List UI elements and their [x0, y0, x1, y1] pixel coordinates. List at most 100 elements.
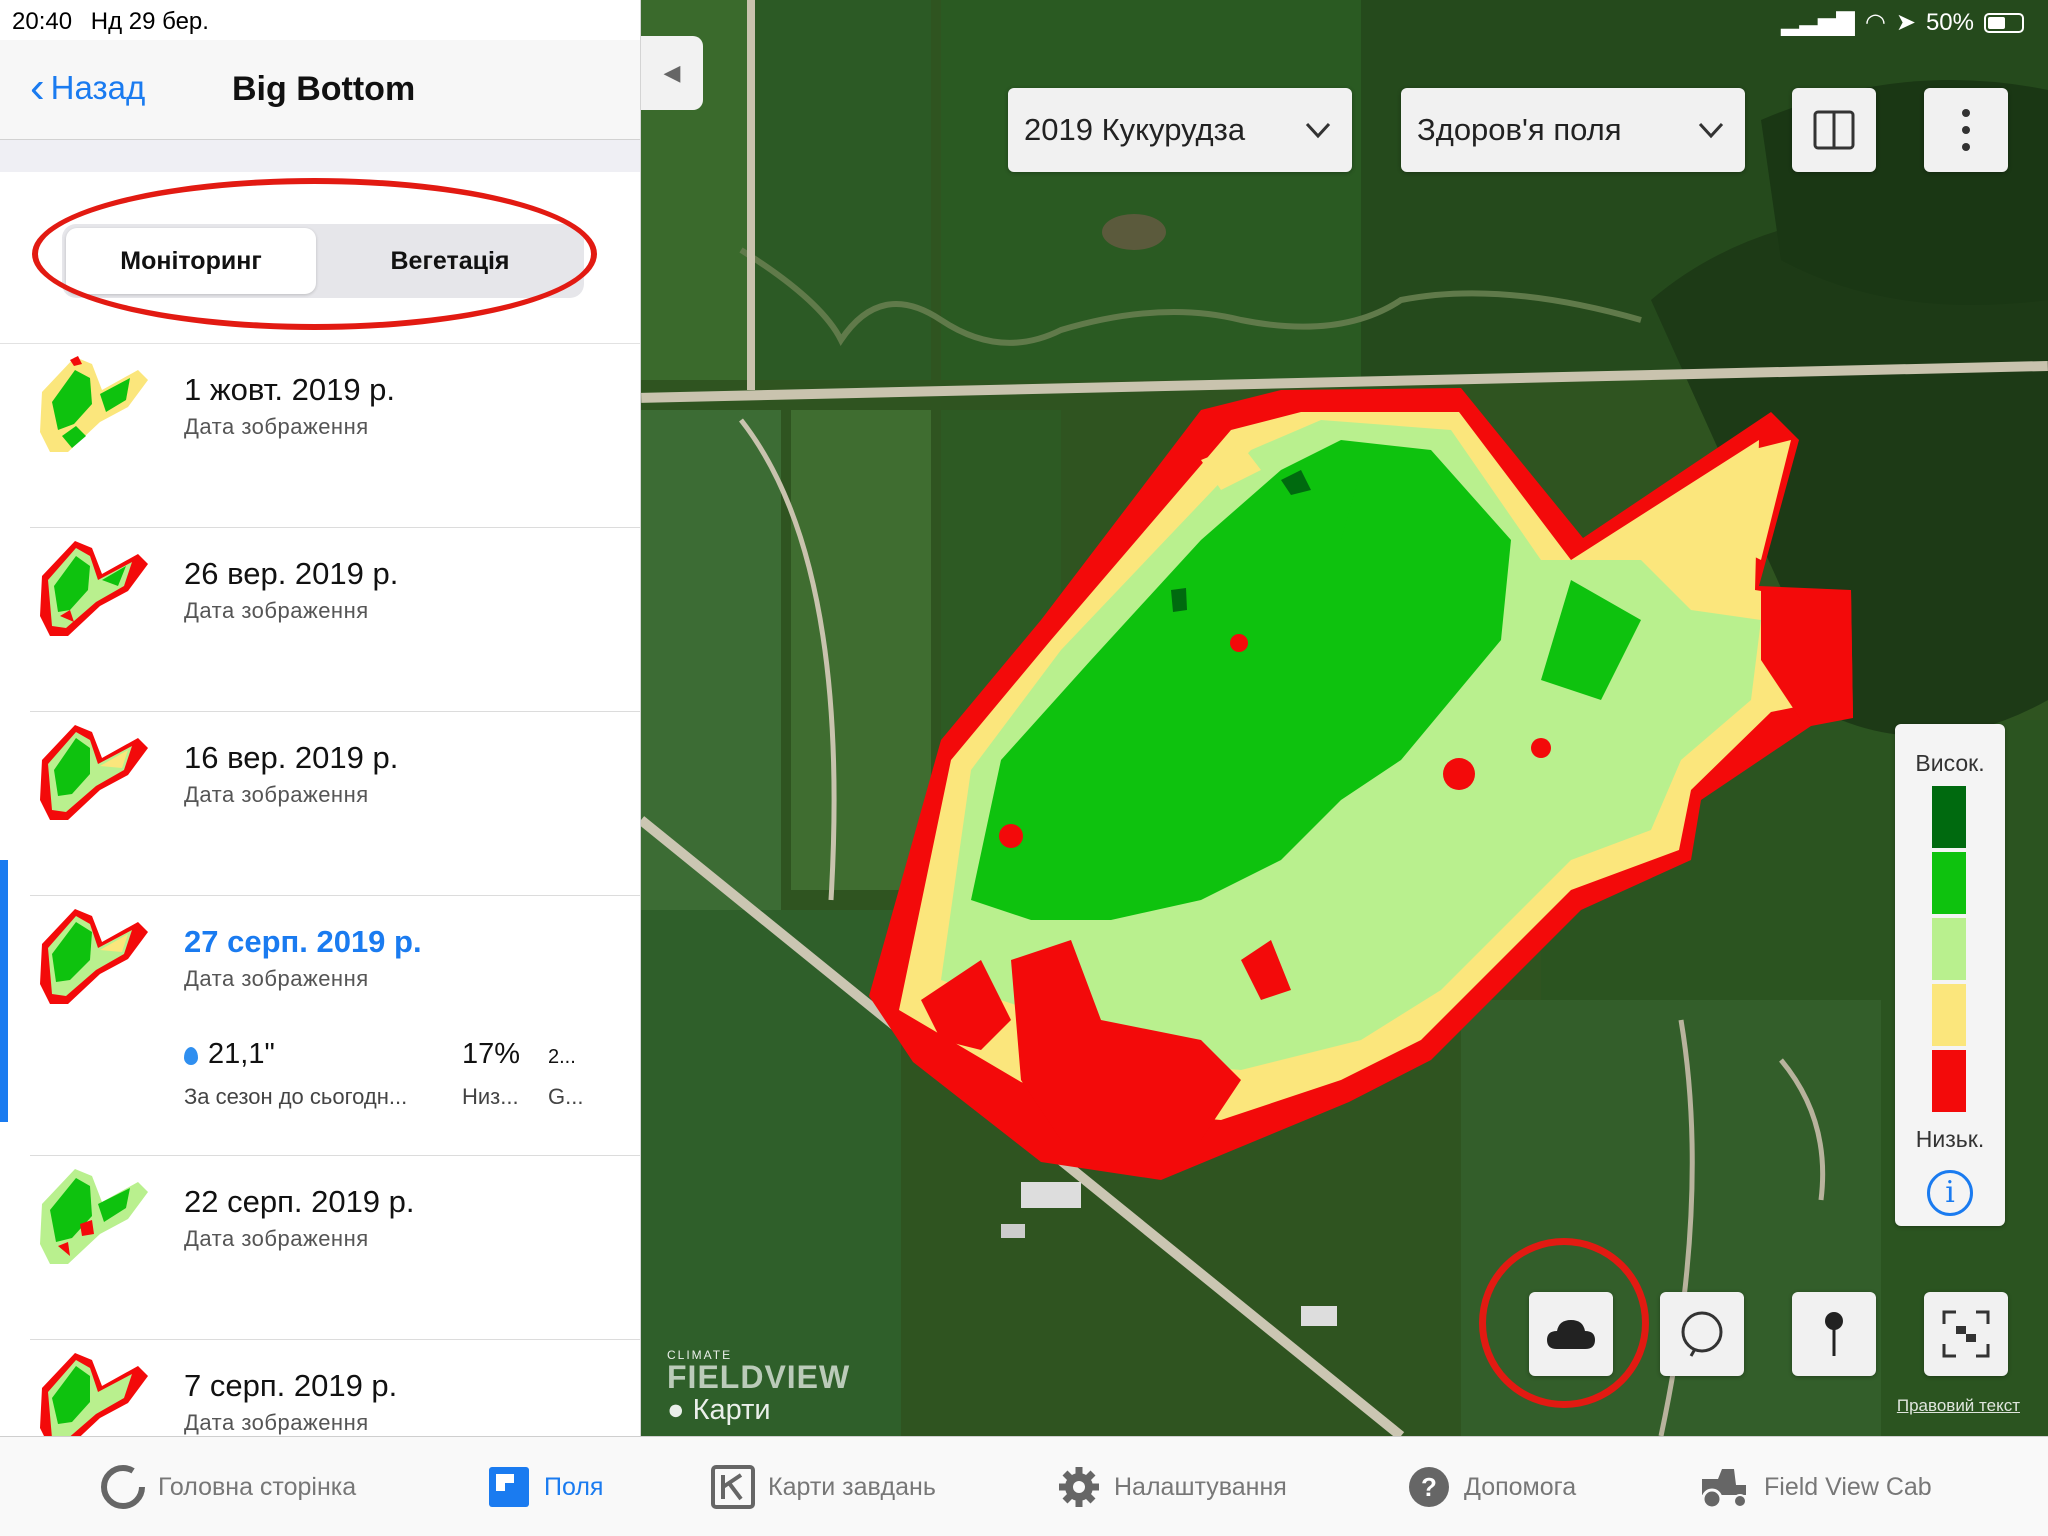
image-date: 27 серп. 2019 р. — [184, 924, 422, 959]
rainfall-value: 21,1" — [184, 1038, 275, 1071]
image-date-caption: Дата зображення — [184, 1410, 369, 1435]
list-item[interactable]: 7 серп. 2019 р. Дата зображення — [0, 1340, 640, 1436]
battery-icon — [1984, 12, 2024, 33]
legend-swatch — [1932, 852, 1966, 914]
legend-swatch — [1932, 984, 1966, 1046]
fields-sidebar: 20:40 Нд 29 бер. ‹ Назад Big Bottom Моні… — [0, 0, 641, 1436]
cellular-signal-icon: ▂▃▅▇ — [1781, 9, 1855, 36]
legend-low-label: Низьк. — [1915, 1126, 1985, 1152]
tab-fields[interactable]: Поля — [486, 1437, 603, 1536]
field-thumbnail — [40, 909, 148, 1004]
back-button[interactable]: ‹ Назад — [30, 63, 146, 112]
list-item[interactable]: 26 вер. 2019 р. Дата зображення — [0, 528, 640, 712]
legend-swatch — [1932, 918, 1966, 980]
image-date-caption: Дата зображення — [184, 966, 369, 991]
field-thumbnail — [40, 1353, 148, 1436]
collapse-panel-button[interactable]: ◀ — [641, 36, 703, 110]
home-ring-icon — [100, 1464, 146, 1510]
image-date: 1 жовт. 2019 р. — [184, 372, 396, 407]
back-label: Назад — [50, 69, 146, 106]
stat-third-label: G... — [548, 1084, 584, 1109]
status-date: Нд 29 бер. — [90, 8, 209, 35]
tab-label: Карти завдань — [768, 1472, 936, 1501]
more-options-button[interactable] — [1924, 88, 2008, 172]
split-view-icon — [1813, 110, 1855, 150]
pin-icon — [1825, 1312, 1843, 1356]
section-spacer — [0, 140, 640, 172]
tab-label: Поля — [544, 1472, 604, 1501]
location-arrow-icon: ➤ — [1895, 9, 1916, 36]
image-date-caption: Дата зображення — [184, 1226, 369, 1251]
tab-settings[interactable]: Налаштування — [1056, 1437, 1287, 1536]
info-icon[interactable]: i — [1927, 1170, 1973, 1216]
image-date-caption: Дата зображення — [184, 782, 369, 807]
rainfall-label: За сезон до сьогодн... — [184, 1084, 408, 1109]
tab-help[interactable]: ? Допомога — [1406, 1437, 1576, 1536]
tab-label: Допомога — [1464, 1472, 1577, 1501]
brand-fieldview: FIELDVIEW — [667, 1359, 851, 1395]
stat-percent-value: 17% — [462, 1038, 521, 1070]
stat-third-value: 2... — [548, 1046, 576, 1068]
more-vertical-icon — [1962, 109, 1970, 151]
tab-fieldview-cab[interactable]: Field View Cab — [1696, 1437, 1932, 1536]
split-view-button[interactable] — [1792, 88, 1876, 172]
battery-percent: 50% — [1925, 8, 1974, 36]
field-map[interactable]: ▂▃▅▇ ◠ ➤ 50% ◀ 2019 Кукурудза Здоров'я п… — [641, 0, 2048, 1436]
raindrop-icon — [184, 1047, 198, 1065]
tab-bar: Головна сторінка Поля Карти завдань Нала… — [0, 1436, 2048, 1536]
apple-logo-icon: ● — [667, 1394, 685, 1426]
field-thumbnail — [40, 1169, 148, 1264]
status-bar-left: 20:40 Нд 29 бер. — [12, 8, 221, 36]
zoom-to-field-button[interactable] — [1924, 1292, 2008, 1376]
image-date-caption: Дата зображення — [184, 598, 369, 623]
fieldview-watermark: CLIMATE FIELDVIEW ● Карти — [667, 1348, 850, 1427]
image-date: 22 серп. 2019 р. — [184, 1184, 415, 1219]
status-bar-right: ▂▃▅▇ ◠ ➤ 50% — [1781, 8, 2024, 37]
prescription-maps-icon — [710, 1464, 756, 1510]
tab-label: Головна сторінка — [158, 1472, 357, 1501]
chevron-down-icon — [1697, 88, 1725, 205]
field-thumbnail — [40, 541, 148, 636]
svg-text:?: ? — [1421, 1472, 1437, 1502]
field-thumbnail — [40, 725, 148, 820]
image-date: 16 вер. 2019 р. — [184, 740, 399, 775]
legend-swatch — [1932, 1050, 1966, 1112]
layer-select[interactable]: Здоров'я поля — [1401, 88, 1745, 172]
imagery-list: 1 жовт. 2019 р. Дата зображення 26 вер. … — [0, 344, 640, 1436]
status-time: 20:40 — [12, 8, 73, 35]
image-date: 7 серп. 2019 р. — [184, 1368, 398, 1403]
list-item[interactable]: 16 вер. 2019 р. Дата зображення — [0, 712, 640, 896]
list-item[interactable]: 22 серп. 2019 р. Дата зображення — [0, 1156, 640, 1340]
layer-select-value: Здоров'я поля — [1417, 112, 1622, 147]
image-date-caption: Дата зображення — [184, 414, 369, 439]
field-thumbnail — [40, 356, 148, 452]
legal-link[interactable]: Правовий текст — [1897, 1396, 2020, 1416]
list-item[interactable]: 1 жовт. 2019 р. Дата зображення — [0, 344, 640, 528]
season-select-value: 2019 Кукурудза — [1024, 112, 1246, 147]
annotation-circle — [1479, 1238, 1649, 1408]
wifi-icon: ◠ — [1864, 9, 1886, 36]
list-item-selected[interactable]: 27 серп. 2019 р. Дата зображення 21,1" З… — [0, 896, 640, 1156]
navigation-bar: ‹ Назад Big Bottom — [0, 40, 640, 140]
health-legend: Висок. Низьк. i — [1895, 724, 2005, 1226]
help-icon: ? — [1406, 1464, 1452, 1510]
tab-label: Налаштування — [1114, 1472, 1287, 1501]
tractor-icon — [1696, 1464, 1752, 1510]
season-select[interactable]: 2019 Кукурудза — [1008, 88, 1352, 172]
maps-attribution: ● Карти — [667, 1394, 771, 1426]
lasso-icon — [1681, 1311, 1723, 1357]
legend-swatch — [1932, 786, 1966, 848]
gear-icon — [1056, 1464, 1102, 1510]
chevron-left-icon: ‹ — [30, 63, 45, 112]
chevron-down-icon — [1304, 88, 1332, 205]
fields-icon — [486, 1464, 532, 1510]
stat-percent-label: Низ... — [462, 1084, 519, 1109]
tab-label: Field View Cab — [1764, 1472, 1932, 1501]
lasso-button[interactable] — [1660, 1292, 1744, 1376]
legend-high-label: Висок. — [1915, 750, 1985, 776]
scan-icon — [1942, 1310, 1990, 1358]
tab-home[interactable]: Головна сторінка — [100, 1437, 356, 1536]
image-date: 26 вер. 2019 р. — [184, 556, 399, 591]
tab-prescription-maps[interactable]: Карти завдань — [710, 1437, 936, 1536]
drop-pin-button[interactable] — [1792, 1292, 1876, 1376]
